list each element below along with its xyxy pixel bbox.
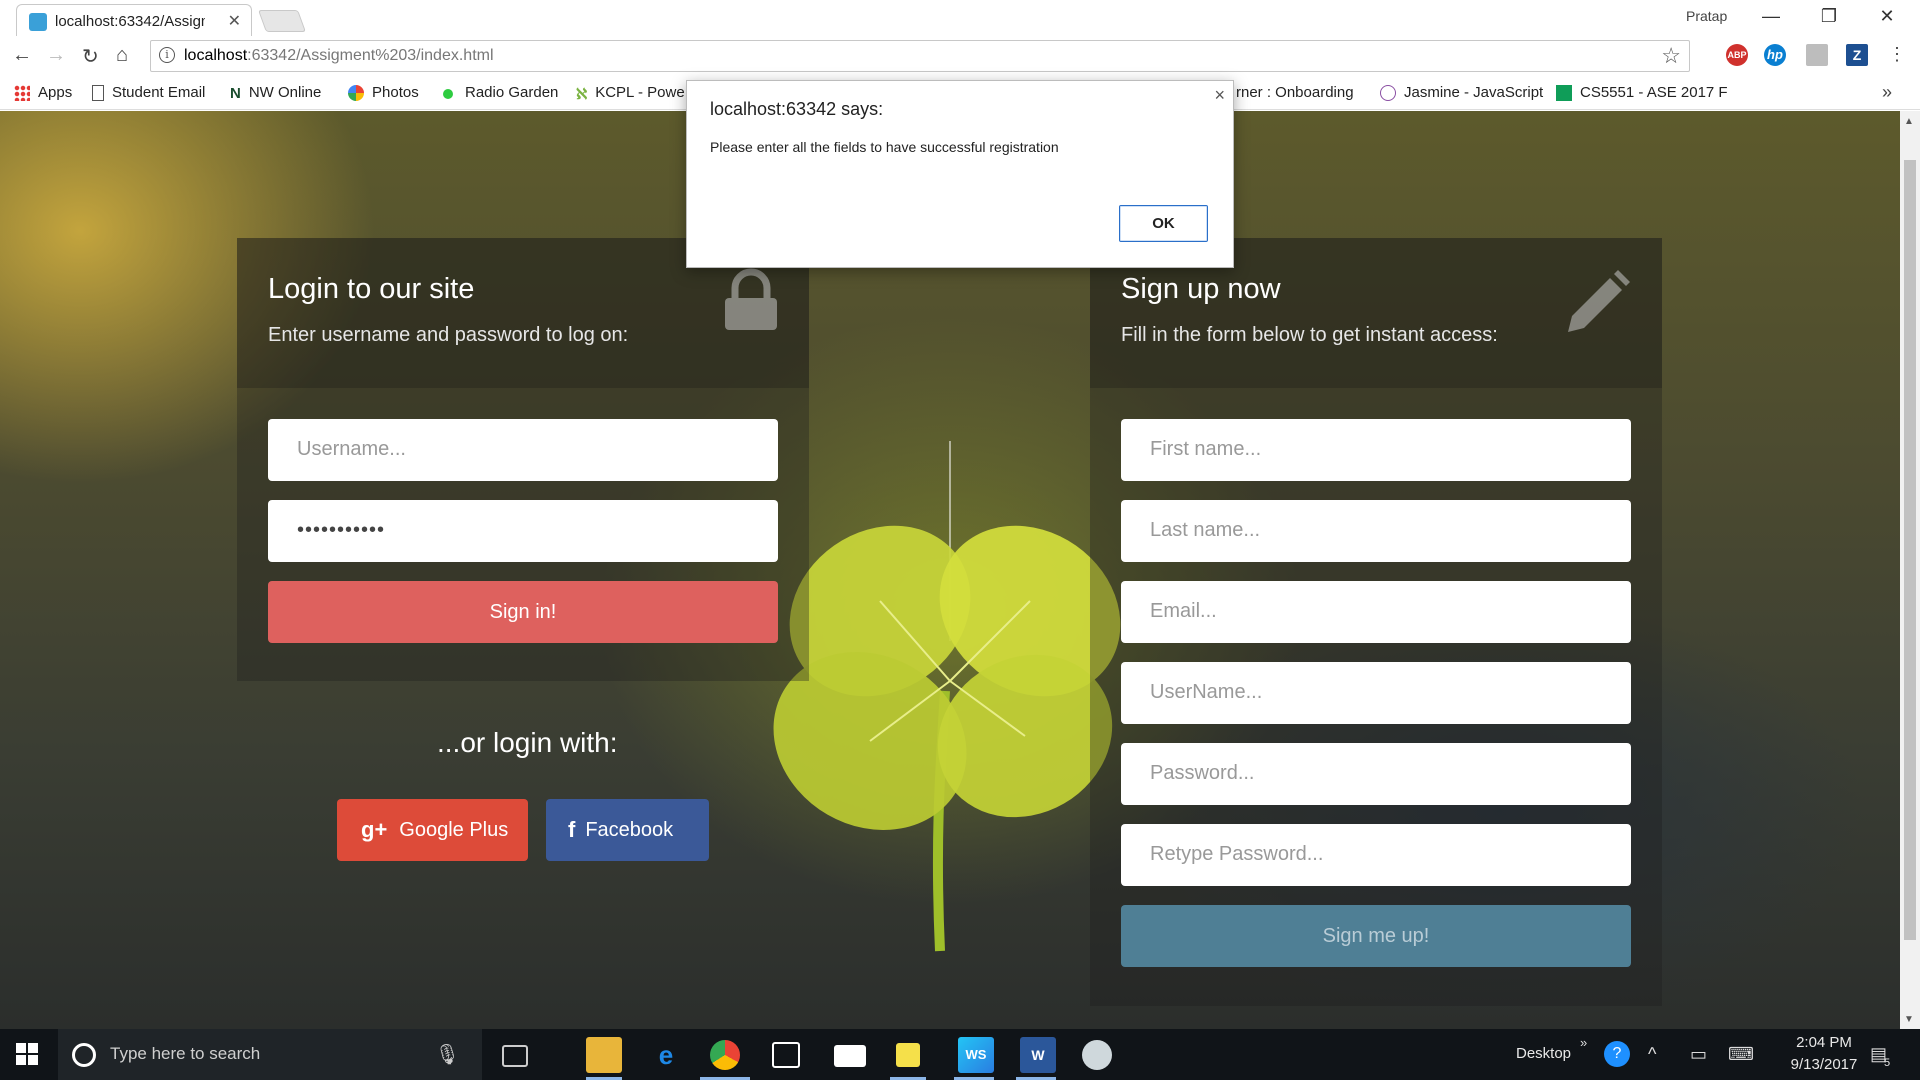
sign-in-button[interactable]: Sign in! (268, 581, 778, 643)
task-view-icon[interactable] (502, 1045, 528, 1067)
reload-icon[interactable]: ↻ (82, 44, 99, 69)
google-plus-button[interactable]: g+ Google Plus (337, 799, 528, 861)
sign-up-button[interactable]: Sign me up! (1121, 905, 1631, 967)
windows-taskbar: Type here to search 🎙 e WS W Desktop » ?… (0, 1029, 1920, 1080)
browser-toolbar: ← → ↻ ⌂ i localhost:63342/Assigment%203/… (0, 36, 1920, 76)
edge-icon[interactable]: e (648, 1037, 684, 1073)
bookmark-star-icon[interactable]: ☆ (1661, 43, 1681, 69)
dialog-title: localhost:63342 says: (710, 99, 884, 119)
signup-subtitle: Fill in the form below to get instant ac… (1121, 324, 1498, 346)
facebook-button[interactable]: f Facebook (546, 799, 709, 861)
jasmine-icon (1380, 84, 1396, 101)
bookmark-kcpl[interactable]: ℵ KCPL - Powe (576, 84, 685, 103)
menu-kebab-icon[interactable]: ⋮ (1888, 44, 1906, 65)
zotero-extension-icon[interactable]: Z (1846, 44, 1868, 66)
clock-date[interactable]: 9/13/2017 (1776, 1056, 1872, 1073)
help-icon[interactable]: ? (1604, 1041, 1630, 1067)
page-icon (92, 84, 104, 101)
bookmark-jasmine[interactable]: Jasmine - JavaScript (1380, 84, 1543, 101)
last-name-input[interactable]: Last name... (1121, 500, 1631, 562)
address-bar[interactable]: i localhost:63342/Assigment%203/index.ht… (150, 40, 1690, 72)
scrollbar-thumb[interactable] (1904, 160, 1916, 940)
dialog-message: Please enter all the fields to have succ… (710, 139, 1059, 155)
scroll-down-arrow-icon[interactable]: ▼ (1904, 1014, 1914, 1025)
signup-password-input[interactable]: Password... (1121, 743, 1631, 805)
tab-title: localhost:63342/Assigme (55, 13, 205, 30)
home-icon[interactable]: ⌂ (116, 44, 128, 67)
password-input[interactable]: ••••••••••• (268, 500, 778, 562)
webstorm-icon[interactable]: WS (958, 1037, 994, 1073)
facebook-icon: f (568, 817, 576, 842)
new-tab-button[interactable] (257, 10, 307, 32)
back-icon[interactable]: ← (12, 44, 32, 67)
bookmarks-overflow-icon[interactable]: » (1882, 82, 1892, 103)
microphone-icon[interactable]: 🎙 (435, 1042, 460, 1067)
google-plus-icon: g+ (361, 817, 388, 842)
bookmark-student-email[interactable]: Student Email (92, 84, 205, 101)
signup-title: Sign up now (1121, 273, 1281, 305)
or-login-with-label: ...or login with: (437, 727, 618, 758)
lock-icon (725, 268, 777, 330)
login-title: Login to our site (268, 273, 475, 305)
sticky-notes-icon[interactable] (896, 1043, 920, 1067)
desktop-toolbar-label[interactable]: Desktop (1516, 1045, 1571, 1062)
show-hidden-icons-chevron-icon[interactable]: ^ (1648, 1044, 1656, 1065)
dialog-close-icon[interactable]: × (1214, 85, 1225, 106)
mail-icon[interactable] (834, 1045, 866, 1067)
hp-extension-icon[interactable]: hp (1764, 44, 1786, 66)
url-text[interactable]: localhost:63342/Assigment%203/index.html (184, 47, 494, 65)
restore-icon[interactable]: ❐ (1814, 6, 1844, 27)
kcpl-icon: ℵ (576, 85, 588, 103)
bookmark-photos[interactable]: Photos (348, 84, 419, 101)
site-favicon-icon (29, 13, 47, 31)
signup-username-input[interactable]: UserName... (1121, 662, 1631, 724)
bookmark-nw-online[interactable]: N NW Online (230, 84, 321, 102)
profile-name[interactable]: Pratap (1686, 8, 1727, 24)
sheets-icon (1556, 84, 1572, 101)
adblock-extension-icon[interactable]: ABP (1726, 44, 1748, 66)
toolbar-overflow-icon[interactable]: » (1580, 1035, 1587, 1050)
windows-start-icon[interactable] (16, 1043, 38, 1065)
clover-image (773, 441, 1121, 952)
retype-password-input[interactable]: Retype Password... (1121, 824, 1631, 886)
search-placeholder: Type here to search (110, 1044, 261, 1063)
scroll-up-arrow-icon[interactable]: ▲ (1904, 116, 1914, 127)
nw-icon: N (230, 84, 241, 102)
window-close-icon[interactable]: ✕ (1872, 6, 1902, 27)
apps-grid-icon (14, 84, 30, 101)
taskbar-search-box[interactable]: Type here to search 🎙 (58, 1029, 482, 1080)
username-input[interactable]: Username... (268, 419, 778, 481)
browser-tab[interactable]: localhost:63342/Assigme ✕ (16, 4, 252, 36)
word-icon[interactable]: W (1020, 1037, 1056, 1073)
photos-pinwheel-icon (348, 84, 364, 101)
forward-icon[interactable]: → (46, 44, 66, 67)
bookmark-cs5551[interactable]: CS5551 - ASE 2017 F (1556, 84, 1728, 101)
notification-count: 5 (1884, 1057, 1891, 1069)
file-explorer-icon[interactable] (586, 1037, 622, 1073)
info-icon[interactable]: i (159, 47, 175, 63)
first-name-input[interactable]: First name... (1121, 419, 1631, 481)
paint-icon[interactable] (1082, 1040, 1112, 1070)
bookmark-radio-garden[interactable]: Radio Garden (440, 84, 558, 101)
clock-time[interactable]: 2:04 PM (1784, 1034, 1864, 1051)
signup-panel: Sign up now Fill in the form below to ge… (1090, 238, 1662, 1006)
tab-close-icon[interactable]: ✕ (228, 11, 241, 31)
cortana-icon (72, 1043, 96, 1067)
login-subtitle: Enter username and password to log on: (268, 324, 629, 346)
battery-icon[interactable]: ▭ (1690, 1044, 1707, 1065)
chrome-icon[interactable] (710, 1040, 740, 1070)
alert-dialog: localhost:63342 says: × Please enter all… (686, 80, 1234, 268)
bookmark-onboarding[interactable]: rner : Onboarding (1236, 84, 1354, 101)
keyboard-icon[interactable]: ⌨ (1728, 1044, 1754, 1065)
email-input[interactable]: Email... (1121, 581, 1631, 643)
login-panel: Login to our site Enter username and pas… (237, 238, 809, 681)
pencil-icon (1568, 270, 1630, 332)
browser-tab-bar: localhost:63342/Assigme ✕ Pratap — ❐ ✕ (0, 0, 1920, 36)
store-icon[interactable] (772, 1042, 800, 1068)
green-dot-icon (443, 89, 453, 99)
dialog-ok-button[interactable]: OK (1119, 205, 1208, 242)
extension-icon[interactable] (1806, 44, 1828, 66)
bookmark-apps[interactable]: Apps (14, 84, 72, 101)
minimize-icon[interactable]: — (1756, 6, 1786, 27)
